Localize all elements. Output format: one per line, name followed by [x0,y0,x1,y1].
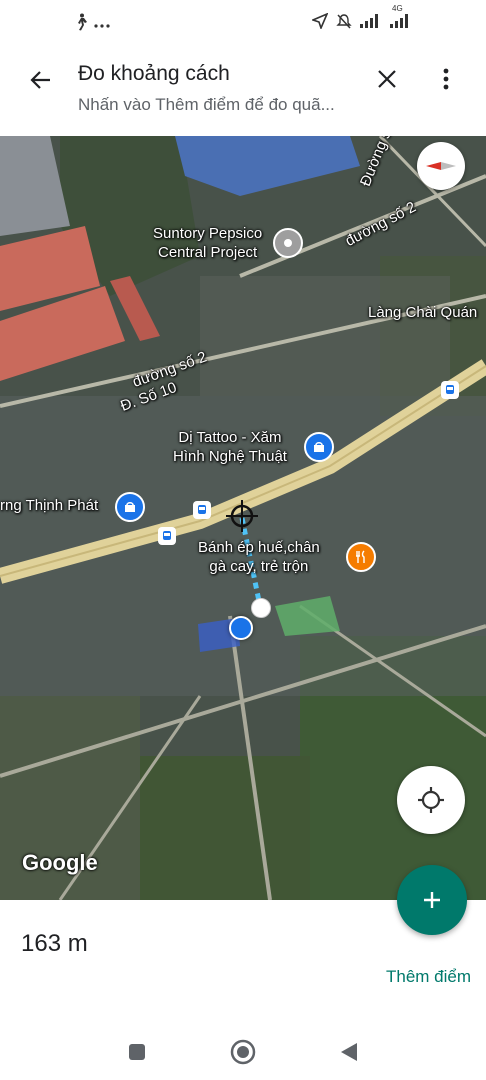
compass-button[interactable] [417,142,465,190]
my-location-icon [418,787,444,813]
map-label-lang-chai[interactable]: Làng Chài Quán [368,303,477,322]
map-label-thinh-phat[interactable]: rng Thịnh Phát [0,496,98,515]
current-location-dot [229,616,253,640]
more-vert-icon [443,68,449,90]
plus-icon [424,892,440,908]
network-type: 4G [392,4,403,13]
my-location-button[interactable] [397,766,465,834]
app-header: Đo khoảng cách Nhấn vào Thêm điểm để đo … [0,48,486,136]
map-label-banh-ep[interactable]: Bánh ép huế,chân gà cay, trẻ trộn [198,538,320,576]
location-arrow-icon [310,12,329,32]
recents-icon [129,1044,145,1060]
shop-pin-icon[interactable] [115,492,145,522]
map-label-suntory[interactable]: Suntory Pepsico Central Project [153,224,262,262]
distance-readout: 163 m [21,930,88,957]
home-icon [230,1039,256,1065]
add-point-button[interactable]: Thêm điểm [386,967,471,987]
poi-pin-icon[interactable] [273,228,303,258]
signal-icon [360,14,382,31]
bus-stop-icon[interactable] [158,527,176,545]
compass-icon [426,162,456,170]
page-title: Đo khoảng cách [78,62,230,85]
more-dots-icon [94,16,110,34]
bus-stop-icon[interactable] [193,501,211,519]
map-view[interactable]: Suntory Pepsico Central Project Đường số… [0,136,486,900]
status-left [74,13,110,36]
status-right: 4G [310,4,412,32]
signal-4g-icon: 4G [390,4,412,31]
google-logo: Google [22,850,98,875]
bus-stop-icon[interactable] [441,381,459,399]
home-button[interactable] [229,1038,257,1066]
back-button[interactable] [22,62,58,98]
measure-endpoint[interactable] [251,598,271,618]
map-label-tattoo[interactable]: Dị Tattoo - Xăm Hình Nghệ Thuật [173,428,287,466]
recents-button[interactable] [123,1038,151,1066]
add-point-fab[interactable] [397,865,467,935]
restaurant-pin-icon[interactable] [346,542,376,572]
back-nav-button[interactable] [335,1038,363,1066]
system-nav-bar [0,1020,486,1080]
shop-pin-icon[interactable] [304,432,334,462]
back-triangle-icon [341,1043,357,1061]
close-icon [378,70,396,88]
page-subtitle: Nhấn vào Thêm điểm để đo quã... [78,95,335,114]
arrow-back-icon [30,71,50,89]
more-options-button[interactable] [432,62,460,96]
walking-icon [74,13,88,36]
status-bar: 4G [0,0,486,48]
close-button[interactable] [370,62,404,96]
mute-icon [336,13,352,32]
